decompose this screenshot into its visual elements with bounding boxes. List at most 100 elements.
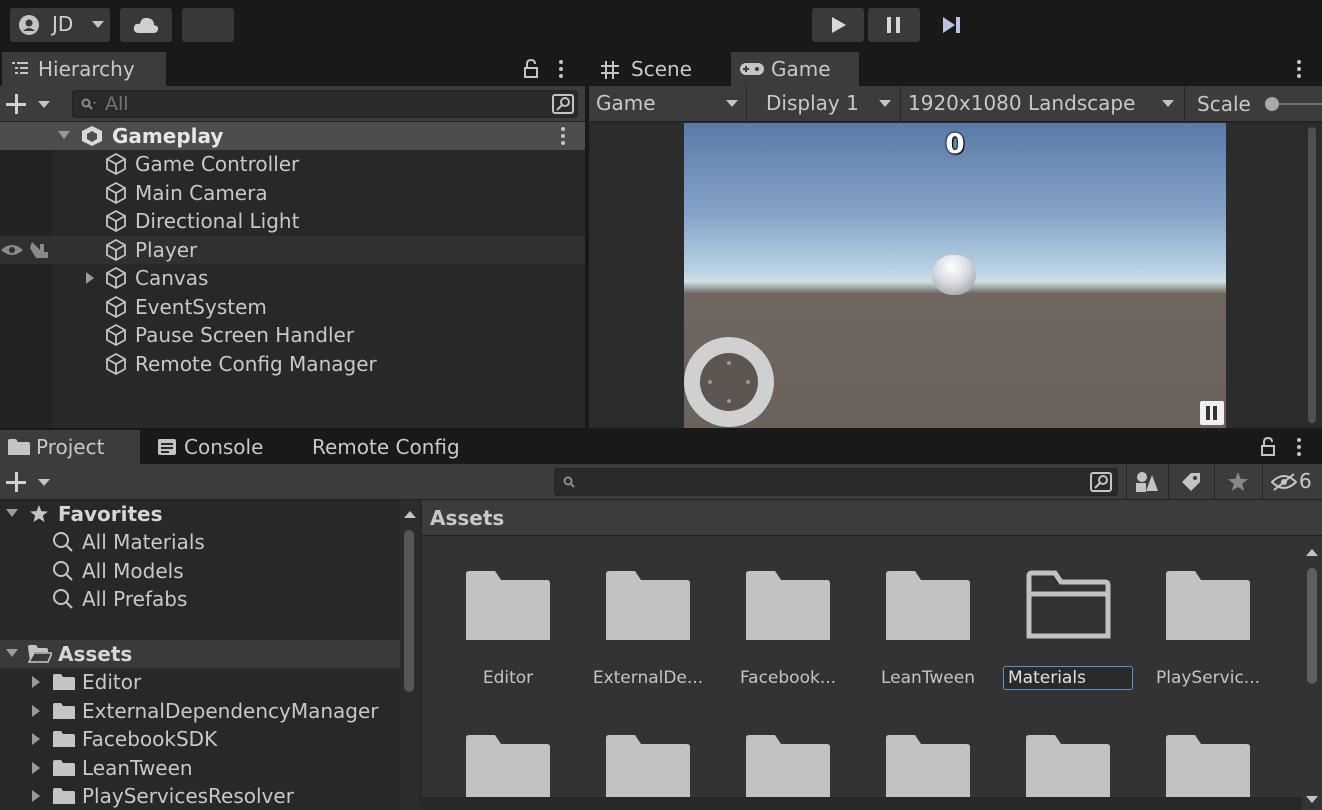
more-options-icon[interactable] <box>1296 437 1302 457</box>
hierarchy-search[interactable] <box>72 90 578 118</box>
tab-project[interactable]: Project <box>0 430 140 464</box>
asset-folder[interactable]: Materials <box>1003 570 1133 700</box>
hierarchy-item[interactable]: Main Camera <box>0 179 585 207</box>
asset-folder[interactable] <box>745 734 831 797</box>
game-mode-dropdown[interactable]: Game <box>589 86 747 122</box>
project-search[interactable] <box>554 468 1118 496</box>
tab-game[interactable]: Game <box>731 52 859 86</box>
expand-arrow-icon[interactable] <box>86 272 95 284</box>
expand-arrow-icon[interactable] <box>32 733 41 745</box>
scroll-up-icon[interactable] <box>1306 548 1318 556</box>
expand-arrow-icon[interactable] <box>32 676 41 688</box>
rename-field[interactable]: Materials <box>1003 666 1133 690</box>
step-button[interactable] <box>936 8 970 42</box>
grid-scrollbar[interactable] <box>1302 540 1322 810</box>
favorites-header[interactable]: Favorites <box>0 500 400 528</box>
asset-tree-item[interactable]: FacebookSDK <box>0 725 400 753</box>
asset-folder[interactable]: Editor <box>443 570 573 700</box>
asset-folder[interactable]: PlayServic... <box>1143 570 1273 700</box>
scroll-up-icon[interactable] <box>404 510 416 518</box>
tab-hierarchy[interactable]: Hierarchy <box>2 52 166 86</box>
asset-folder[interactable]: Facebook... <box>723 570 853 700</box>
status-bar <box>422 797 1302 810</box>
favorites-filter-button[interactable] <box>1214 464 1260 500</box>
folder-icon <box>1166 735 1250 797</box>
visibility-eye-icon[interactable] <box>0 242 24 258</box>
tab-scene[interactable]: Scene <box>589 52 729 86</box>
hierarchy-item[interactable]: Pause Screen Handler <box>0 321 585 349</box>
tree-scrollbar-thumb[interactable] <box>404 530 414 692</box>
expand-arrow-icon[interactable] <box>32 704 41 717</box>
scene-row[interactable]: Gameplay <box>0 122 585 150</box>
favorites-label: Favorites <box>58 502 163 526</box>
favorite-item[interactable]: All Materials <box>0 528 400 556</box>
hierarchy-item[interactable]: Canvas <box>0 264 585 292</box>
asset-tree-item[interactable]: Editor <box>0 668 400 696</box>
pause-button[interactable] <box>868 8 920 42</box>
breadcrumb[interactable]: Assets <box>430 506 504 530</box>
create-button[interactable] <box>6 92 54 116</box>
more-options-icon[interactable] <box>560 126 566 146</box>
joystick[interactable] <box>684 337 774 427</box>
hierarchy-panel: Hierarchy Gameplay Game ControllerMain C <box>0 52 585 428</box>
game-view-scrollbar[interactable] <box>1308 127 1316 423</box>
play-button[interactable] <box>812 8 864 42</box>
joystick-knob[interactable] <box>700 353 758 411</box>
collab-button[interactable] <box>182 8 234 42</box>
pickability-hand-icon[interactable] <box>28 240 50 260</box>
hierarchy-item[interactable]: Directional Light <box>0 207 585 235</box>
cloud-button[interactable] <box>120 8 172 42</box>
chevron-down-icon <box>38 479 50 486</box>
in-game-pause-button[interactable] <box>1200 401 1224 425</box>
hierarchy-item[interactable]: Player <box>0 235 585 264</box>
asset-folder[interactable]: ExternalDe... <box>583 570 713 700</box>
hierarchy-search-input[interactable] <box>105 93 525 115</box>
tree-scrollbar[interactable] <box>400 500 420 810</box>
folder-icon <box>53 788 75 804</box>
asset-tree-item[interactable]: PlayServicesResolver <box>0 782 400 810</box>
expand-arrow-icon[interactable] <box>32 761 41 774</box>
asset-folder[interactable]: LeanTween <box>863 570 993 700</box>
grid-scrollbar-thumb[interactable] <box>1307 568 1317 684</box>
create-asset-button[interactable] <box>6 470 54 494</box>
asset-folder[interactable] <box>1025 734 1111 797</box>
display-dropdown[interactable]: Display 1 <box>749 86 901 122</box>
tab-remote-config[interactable]: Remote Config <box>300 430 480 464</box>
expand-arrow-icon[interactable] <box>6 509 18 518</box>
assets-header[interactable]: Assets <box>0 640 400 668</box>
expand-arrow-icon[interactable] <box>32 790 41 802</box>
hierarchy-item[interactable]: EventSystem <box>0 293 585 321</box>
more-options-icon[interactable] <box>558 59 564 79</box>
hierarchy-item[interactable]: Game Controller <box>0 150 585 178</box>
lock-icon[interactable] <box>1260 437 1276 457</box>
tab-console[interactable]: Console <box>148 430 288 464</box>
more-options-icon[interactable] <box>1296 59 1302 79</box>
asset-folder[interactable] <box>465 734 551 797</box>
search-filter-icon[interactable] <box>552 94 574 114</box>
folder-icon <box>746 735 830 797</box>
filter-by-type-button[interactable] <box>1126 464 1166 500</box>
account-dropdown[interactable]: JD <box>10 8 110 42</box>
resolution-dropdown[interactable]: 1920x1080 Landscape <box>903 86 1185 122</box>
gameobject-cube-icon <box>106 295 126 318</box>
asset-tree-item[interactable]: ExternalDependencyManager <box>0 697 400 725</box>
game-viewport[interactable]: 0 <box>684 123 1226 428</box>
asset-tree-item[interactable]: LeanTween <box>0 754 400 782</box>
hierarchy-item[interactable]: Remote Config Manager <box>0 350 585 378</box>
scroll-down-icon[interactable] <box>1306 796 1318 804</box>
hierarchy-item-label: Remote Config Manager <box>135 351 377 376</box>
asset-folder[interactable] <box>885 734 971 797</box>
scale-slider-thumb[interactable] <box>1265 97 1279 111</box>
asset-folder[interactable] <box>1165 734 1251 797</box>
favorite-item[interactable]: All Prefabs <box>0 585 400 613</box>
favorite-item[interactable]: All Models <box>0 557 400 585</box>
search-filter-icon[interactable] <box>1090 472 1112 492</box>
asset-tree-item-label: PlayServicesResolver <box>82 784 294 808</box>
lock-icon[interactable] <box>523 59 539 79</box>
asset-folder[interactable] <box>605 734 691 797</box>
scale-slider[interactable] <box>1265 97 1322 111</box>
expand-arrow-icon[interactable] <box>58 131 70 140</box>
hidden-packages-toggle[interactable]: 6 <box>1262 464 1322 500</box>
expand-arrow-icon[interactable] <box>6 649 18 658</box>
filter-by-label-button[interactable] <box>1168 464 1212 500</box>
